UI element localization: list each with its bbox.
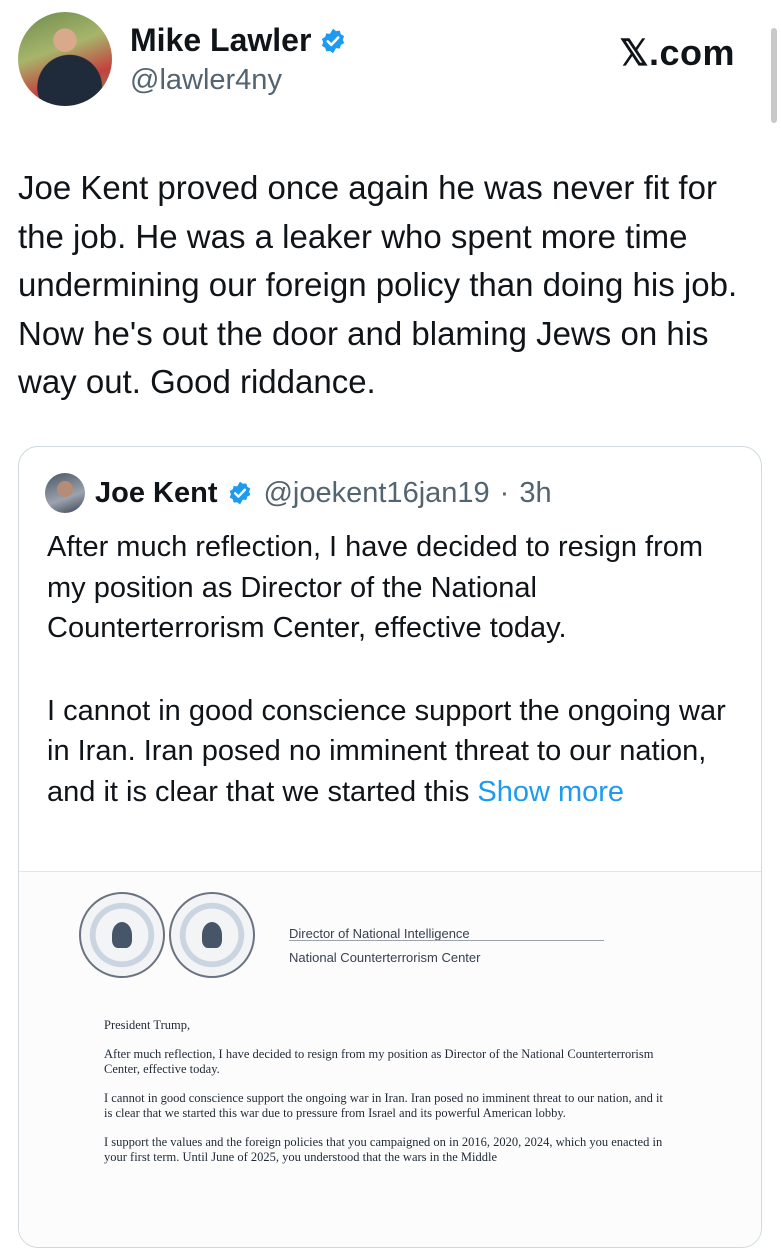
quoted-paragraph-1: After much reflection, I have decided to… xyxy=(47,531,704,644)
letterhead-line-2: National Counterterrorism Center xyxy=(289,950,481,965)
avatar[interactable] xyxy=(45,473,85,513)
avatar[interactable] xyxy=(18,12,112,106)
tweet-text: Joe Kent proved once again he was never … xyxy=(18,169,738,400)
show-more-link[interactable]: Show more xyxy=(477,776,624,808)
separator-dot: · xyxy=(499,476,510,509)
letterhead-rule xyxy=(289,940,604,941)
verified-badge-icon xyxy=(230,481,251,505)
letter-paragraph-3: I support the values and the foreign pol… xyxy=(104,1135,663,1164)
quoted-tweet-text: After much reflection, I have decided to… xyxy=(47,527,747,812)
dni-seal-image xyxy=(79,892,165,978)
verified-badge-icon xyxy=(322,28,345,53)
quoted-tweet-header: Joe Kent @joekent16jan19 · 3h xyxy=(45,473,552,513)
author-row: Mike Lawler xyxy=(130,22,347,59)
quoted-paragraph-2: I cannot in good conscience support the … xyxy=(47,691,747,813)
letter-paragraph-2: I cannot in good conscience support the … xyxy=(104,1091,663,1120)
letter-salutation: President Trump, xyxy=(104,1018,191,1032)
quoted-author-name[interactable]: Joe Kent xyxy=(95,477,217,510)
nctc-seal-image xyxy=(169,892,255,978)
author-name[interactable]: Mike Lawler xyxy=(130,22,311,59)
tweet-header: Mike Lawler @lawler4ny 𝕏.com xyxy=(18,12,781,112)
author-handle[interactable]: @lawler4ny xyxy=(130,64,282,97)
quoted-author-handle[interactable]: @joekent16jan19 xyxy=(263,477,489,510)
letterhead-line-1: Director of National Intelligence xyxy=(289,926,470,941)
letter-body: President Trump, After much reflection, … xyxy=(104,1018,664,1179)
site-label: 𝕏.com xyxy=(619,32,735,73)
timestamp[interactable]: 3h xyxy=(519,477,551,510)
quoted-tweet[interactable]: Joe Kent @joekent16jan19 · 3h After much… xyxy=(18,446,762,1248)
letter-paragraph-1: After much reflection, I have decided to… xyxy=(104,1047,654,1076)
letter-image[interactable]: Director of National Intelligence Nation… xyxy=(19,871,761,1247)
